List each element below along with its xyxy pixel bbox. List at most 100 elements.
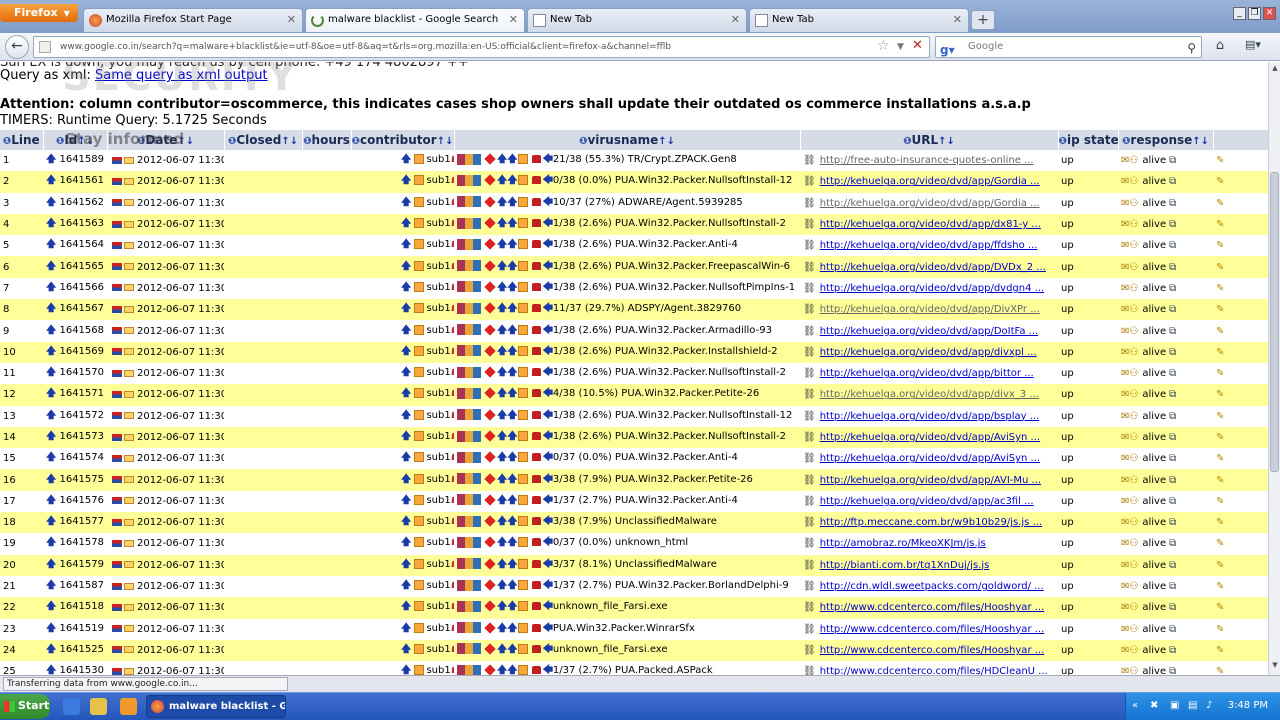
arrow-up-icon[interactable]: 🡅 [497,580,507,591]
arrow-up-icon[interactable]: 🡅 [46,474,56,485]
close-icon[interactable]: ✕ [953,9,962,31]
external-icon[interactable]: ⧉ [1169,517,1176,528]
sort-arrows-icon[interactable]: ↑↓ [281,136,298,147]
external-icon[interactable]: ⧉ [1169,347,1176,358]
link-icon[interactable]: ⛓ [803,262,816,273]
rss-icon[interactable] [414,260,425,271]
key-icon[interactable]: ✎ [1216,240,1224,251]
mail-icon[interactable] [124,369,134,377]
ie-quicklaunch-icon[interactable] [63,698,80,715]
scanner-logos-icon[interactable] [457,153,481,165]
arrow-up-icon[interactable]: 🡅 [497,665,507,675]
link-icon[interactable]: ⛓ [803,176,816,187]
external-icon[interactable]: ⧉ [1169,176,1176,187]
mail-icon[interactable] [124,561,134,569]
malware-url-link[interactable]: http://kehuelga.org/video/dvd/app/DivXPr… [820,304,1040,315]
sort-arrows-icon[interactable]: ↑↓ [437,136,453,147]
external-icon[interactable]: ⧉ [1169,645,1176,656]
response-icons[interactable]: ✉⚇ [1121,496,1138,507]
contributor-name[interactable]: sub1 [426,644,450,655]
arrow-up-icon[interactable]: 🡅 [401,175,411,186]
arrow-up-icon[interactable]: 🡅 [497,559,507,570]
rss-icon[interactable] [517,473,528,484]
link-icon[interactable]: ⛓ [803,475,816,486]
arrow-up-icon[interactable]: 🡅 [497,239,507,250]
scanner-logos-icon[interactable] [457,409,481,421]
link-icon[interactable]: ⛓ [803,155,816,166]
rss-icon[interactable] [517,303,528,314]
mail-icon[interactable] [124,327,134,335]
scanner-logos-icon[interactable] [457,558,481,570]
arrow-up-icon[interactable]: 🡅 [507,197,517,208]
arrow-up-icon[interactable]: 🡅 [46,325,56,336]
arrow-up-icon[interactable]: 🡅 [497,261,507,272]
malware-url-link[interactable]: http://kehuelga.org/video/dvd/app/AVI-Mu… [820,475,1041,486]
scanner-logos-icon[interactable] [457,430,481,442]
external-icon[interactable]: ⧉ [1169,155,1176,166]
contributor-name[interactable]: sub1 [426,537,450,548]
external-icon[interactable]: ⧉ [1169,496,1176,507]
arrow-up-icon[interactable]: 🡅 [401,282,411,293]
contributor-name[interactable]: sub1 [426,452,450,463]
rss-icon[interactable] [414,516,425,527]
response-icons[interactable]: ✉⚇ [1121,666,1138,675]
link-icon[interactable]: ⛓ [803,538,816,549]
security-icon[interactable]: ▣ [1170,700,1182,712]
rss-icon[interactable] [517,260,528,271]
sort-arrows-icon[interactable]: ↑↓ [658,136,675,147]
mail-icon[interactable] [124,348,134,356]
contributor-name[interactable]: sub1 [426,239,450,250]
minimize-button[interactable]: _ [1233,7,1246,20]
mail-icon[interactable] [124,497,134,505]
arrow-up-icon[interactable]: 🡅 [401,303,411,314]
vertical-scrollbar[interactable]: ▲ ▼ [1268,62,1280,675]
arrow-up-icon[interactable]: 🡅 [507,516,517,527]
key-icon[interactable]: ✎ [1216,198,1224,209]
rss-icon[interactable] [517,537,528,548]
scanner-logos-icon[interactable] [457,473,481,485]
response-icons[interactable]: ✉⚇ [1121,304,1138,315]
arrow-left-icon[interactable]: 🡄 [543,218,553,229]
rss-icon[interactable] [414,281,425,292]
sort-arrows-icon[interactable]: ↑↓ [938,136,955,147]
link-icon[interactable]: ⛓ [803,496,816,507]
arrow-up-icon[interactable]: 🡅 [497,388,507,399]
malware-url-link[interactable]: http://kehuelga.org/video/dvd/app/AviSyn… [820,432,1040,443]
arrow-up-icon[interactable]: 🡅 [497,154,507,165]
malware-url-link[interactable]: http://kehuelga.org/video/dvd/app/dx81-y… [820,219,1041,230]
column-header-virusname[interactable]: ❶virusname↑↓ [454,130,801,150]
rss-icon[interactable] [517,154,528,165]
mail-icon[interactable] [124,241,134,249]
rss-icon[interactable] [414,473,425,484]
key-icon[interactable]: ✎ [1216,389,1224,400]
scanner-logos-icon[interactable] [457,451,481,463]
arrow-up-icon[interactable]: 🡅 [507,346,517,357]
mail-icon[interactable] [124,199,134,207]
link-icon[interactable]: ⛓ [803,581,816,592]
link-icon[interactable]: ⛓ [803,411,816,422]
external-icon[interactable]: ⧉ [1169,475,1176,486]
rss-icon[interactable] [517,494,528,505]
arrow-left-icon[interactable]: 🡄 [543,452,553,463]
url-dropdown-icon[interactable]: ▼ [897,42,904,52]
link-icon[interactable]: ⛓ [803,389,816,400]
arrow-up-icon[interactable]: 🡅 [497,410,507,421]
scroll-down-icon[interactable]: ▼ [1270,661,1280,673]
contributor-name[interactable]: sub1 [426,175,450,186]
key-icon[interactable]: ✎ [1216,666,1224,675]
malware-url-link[interactable]: http://ftp.meccane.com.br/w9b10b29/js.js… [820,517,1042,528]
scroll-up-icon[interactable]: ▲ [1270,64,1280,76]
scanner-logos-icon[interactable] [457,579,481,591]
firefox-menu-button[interactable]: Firefox ▼ [0,4,78,22]
arrow-up-icon[interactable]: 🡅 [507,537,517,548]
link-icon[interactable]: ⛓ [803,326,816,337]
response-icons[interactable]: ✉⚇ [1121,283,1138,294]
rss-icon[interactable] [414,537,425,548]
contributor-name[interactable]: sub1 [426,516,450,527]
mail-icon[interactable] [124,667,134,675]
mail-icon[interactable] [124,433,134,441]
rss-icon[interactable] [517,239,528,250]
rss-icon[interactable] [414,494,425,505]
mail-icon[interactable] [124,625,134,633]
rss-icon[interactable] [517,324,528,335]
